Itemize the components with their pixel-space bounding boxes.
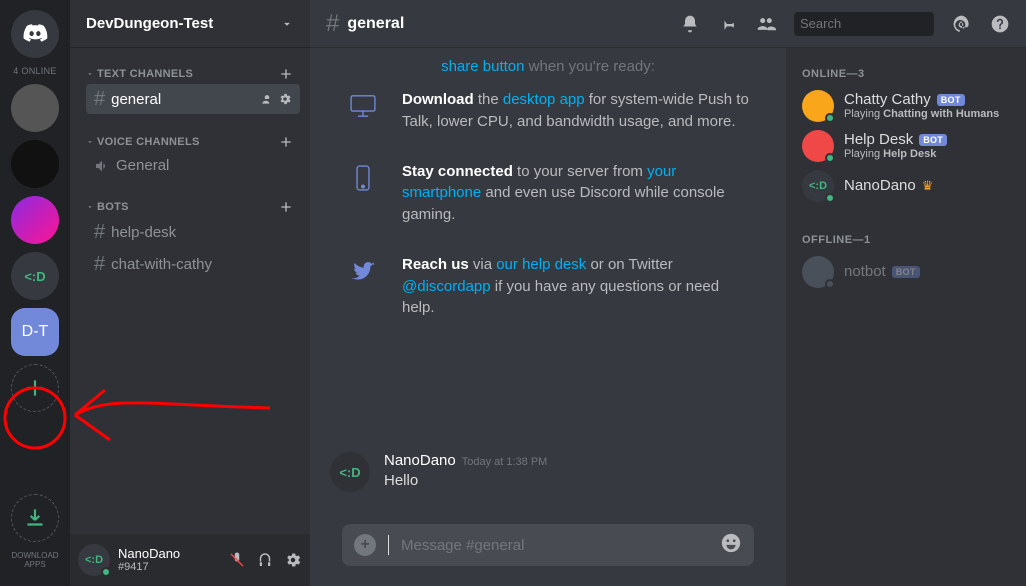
welcome-link[interactable]: our help desk xyxy=(496,256,586,273)
channel-group-header[interactable]: BOTS xyxy=(86,199,300,215)
deafen-icon[interactable] xyxy=(256,551,274,569)
avatar xyxy=(802,130,834,162)
attach-button[interactable]: + xyxy=(354,534,376,556)
invite-icon[interactable] xyxy=(260,92,274,106)
channel-topbar: # general xyxy=(310,0,1026,48)
welcome-row: Reach us via our help desk or on Twitter… xyxy=(346,240,750,333)
welcome-block: share button when you're ready: Download… xyxy=(326,48,770,333)
user-tag: #9417 xyxy=(118,561,180,573)
mute-icon[interactable] xyxy=(228,551,246,569)
channel-sidebar: DevDungeon-Test TEXT CHANNELS #general VOI… xyxy=(70,0,310,586)
message: <:D NanoDano Today at 1:38 PM Hello xyxy=(326,438,770,524)
welcome-row: Download the desktop app for system-wide… xyxy=(346,75,750,147)
member-name: notbot xyxy=(844,263,886,280)
username: NanoDano xyxy=(118,547,180,561)
member-help-desk[interactable]: Help Desk BOT Playing Help Desk xyxy=(794,126,1018,166)
avatar: <:D xyxy=(802,170,834,202)
download-icon xyxy=(22,505,48,531)
crown-icon: ♛ xyxy=(922,179,934,194)
add-channel-button[interactable] xyxy=(278,134,294,150)
welcome-link[interactable]: desktop app xyxy=(503,91,585,108)
message-placeholder: Message #general xyxy=(401,537,708,554)
message-timestamp: Today at 1:38 PM xyxy=(462,456,548,468)
members-icon[interactable] xyxy=(756,14,776,34)
avatar[interactable]: <:D xyxy=(78,544,110,576)
chevron-down-icon xyxy=(280,17,294,31)
settings-gear-icon[interactable] xyxy=(284,551,302,569)
chevron-down-icon xyxy=(86,203,94,211)
member-name: NanoDano xyxy=(844,177,916,194)
message-area: share button when you're ready: Download… xyxy=(310,48,786,586)
server-header[interactable]: DevDungeon-Test xyxy=(70,0,310,48)
bell-icon[interactable] xyxy=(680,14,700,34)
member-notbot[interactable]: notbot BOT xyxy=(794,252,1018,292)
member-activity: Playing Help Desk xyxy=(844,148,947,161)
server-icon-3[interactable] xyxy=(11,196,59,244)
channel-title: general xyxy=(347,15,404,33)
avatar[interactable]: <:D xyxy=(330,452,370,492)
channel-chat-with-cathy[interactable]: #chat-with-cathy xyxy=(86,249,300,279)
search-input[interactable] xyxy=(800,16,976,31)
welcome-link[interactable]: @discordapp xyxy=(402,278,491,295)
gear-icon[interactable] xyxy=(278,92,292,106)
channel-General[interactable]: General xyxy=(86,152,300,179)
server-rail: 4 ONLINE <:D D-T DOWNLOAD APPS xyxy=(0,0,70,586)
member-name: Chatty Cathy xyxy=(844,91,931,108)
channel-general[interactable]: #general xyxy=(86,84,300,114)
server-icon-4[interactable]: <:D xyxy=(11,252,59,300)
message-author[interactable]: NanoDano xyxy=(384,452,456,469)
hash-icon: # xyxy=(326,10,339,38)
add-channel-button[interactable] xyxy=(278,199,294,215)
online-count-label: 4 ONLINE xyxy=(13,66,56,76)
add-channel-button[interactable] xyxy=(278,66,294,82)
phone-icon xyxy=(346,161,380,226)
bot-badge: BOT xyxy=(919,134,947,146)
twitter-icon xyxy=(346,254,380,319)
user-panel: <:D NanoDano #9417 xyxy=(70,534,310,586)
chevron-down-icon xyxy=(86,138,94,146)
bot-badge: BOT xyxy=(937,94,965,106)
speaker-icon xyxy=(94,158,110,174)
channel-help-desk[interactable]: #help-desk xyxy=(86,217,300,247)
server-icon-1[interactable] xyxy=(11,84,59,132)
download-apps-label: DOWNLOAD APPS xyxy=(0,552,70,570)
bot-badge: BOT xyxy=(892,266,920,278)
truncated-link[interactable]: share button xyxy=(441,58,524,75)
chat-area: # general share button when you're ready… xyxy=(310,0,1026,586)
message-body: Hello xyxy=(384,472,547,489)
download-apps-button[interactable] xyxy=(11,494,59,542)
pin-icon[interactable] xyxy=(718,14,738,34)
mentions-icon[interactable] xyxy=(952,14,972,34)
member-nanodano[interactable]: <:D NanoDano ♛ xyxy=(794,166,1018,206)
chevron-down-icon xyxy=(86,70,94,78)
message-input[interactable]: + Message #general xyxy=(342,524,754,566)
monitor-icon xyxy=(346,89,380,133)
channel-group-header[interactable]: TEXT CHANNELS xyxy=(86,66,300,82)
channel-group-header[interactable]: VOICE CHANNELS xyxy=(86,134,300,150)
member-list: ONLINE—3 Chatty Cathy BOT Playing Chatting … xyxy=(786,48,1026,586)
member-chatty-cathy[interactable]: Chatty Cathy BOT Playing Chatting with Hum… xyxy=(794,86,1018,126)
help-icon[interactable] xyxy=(990,14,1010,34)
welcome-row: Stay connected to your server from your … xyxy=(346,147,750,240)
avatar xyxy=(802,90,834,122)
home-button[interactable] xyxy=(11,10,59,58)
add-server-button[interactable] xyxy=(11,364,59,412)
emoji-button[interactable] xyxy=(720,532,742,559)
avatar xyxy=(802,256,834,288)
server-icon-devdungeon-test[interactable]: D-T xyxy=(11,308,59,356)
member-activity: Playing Chatting with Humans xyxy=(844,108,999,121)
server-icon-2[interactable] xyxy=(11,140,59,188)
search-box[interactable] xyxy=(794,12,934,36)
discord-icon xyxy=(22,21,48,47)
member-name: Help Desk xyxy=(844,131,913,148)
member-group-label: OFFLINE—1 xyxy=(794,230,1018,252)
member-group-label: ONLINE—3 xyxy=(794,64,1018,86)
server-name: DevDungeon-Test xyxy=(86,15,213,32)
plus-icon xyxy=(22,375,48,401)
